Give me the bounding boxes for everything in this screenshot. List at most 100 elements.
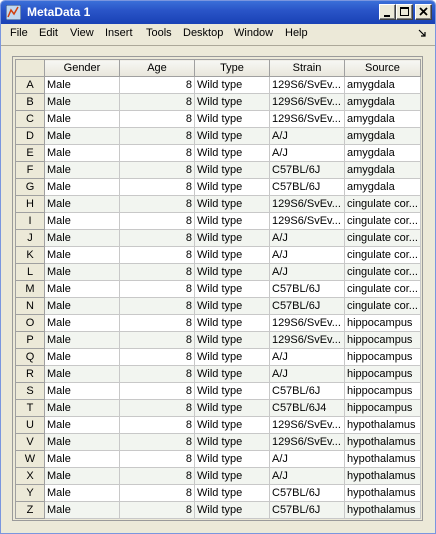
cell-type[interactable]: Wild type (194, 416, 270, 434)
table-row[interactable]: P Male 8 Wild type 129S6/SvEv... hippocampus (15, 331, 421, 349)
cell-source[interactable]: cingulate cor... (344, 195, 421, 213)
cell-gender[interactable]: Male (44, 178, 120, 196)
cell-gender[interactable]: Male (44, 433, 120, 451)
cell-age[interactable]: 8 (119, 110, 195, 128)
cell-type[interactable]: Wild type (194, 467, 270, 485)
cell-strain[interactable]: C57BL/6J (269, 382, 345, 400)
cell-type[interactable]: Wild type (194, 433, 270, 451)
menu-insert[interactable]: Insert (105, 27, 133, 39)
row-header[interactable]: R (15, 365, 45, 383)
row-header[interactable]: N (15, 297, 45, 315)
cell-strain[interactable]: C57BL/6J4 (269, 399, 345, 417)
cell-source[interactable]: cingulate cor... (344, 280, 421, 298)
cell-gender[interactable]: Male (44, 348, 120, 366)
cell-strain[interactable]: 129S6/SvEv... (269, 76, 345, 94)
cell-source[interactable]: hypothalamus (344, 484, 421, 502)
table-row[interactable]: D Male 8 Wild type A/J amygdala (15, 127, 421, 145)
cell-gender[interactable]: Male (44, 467, 120, 485)
cell-source[interactable]: amygdala (344, 127, 421, 145)
cell-type[interactable]: Wild type (194, 161, 270, 179)
cell-type[interactable]: Wild type (194, 110, 270, 128)
cell-gender[interactable]: Male (44, 110, 120, 128)
cell-strain[interactable]: A/J (269, 467, 345, 485)
cell-source[interactable]: hypothalamus (344, 501, 421, 519)
row-header[interactable]: C (15, 110, 45, 128)
cell-type[interactable]: Wild type (194, 76, 270, 94)
row-header[interactable]: O (15, 314, 45, 332)
column-header-gender[interactable]: Gender (44, 59, 120, 77)
cell-strain[interactable]: 129S6/SvEv... (269, 110, 345, 128)
cell-age[interactable]: 8 (119, 297, 195, 315)
cell-gender[interactable]: Male (44, 195, 120, 213)
cell-age[interactable]: 8 (119, 399, 195, 417)
cell-gender[interactable]: Male (44, 127, 120, 145)
cell-gender[interactable]: Male (44, 484, 120, 502)
cell-type[interactable]: Wild type (194, 178, 270, 196)
cell-gender[interactable]: Male (44, 365, 120, 383)
row-header[interactable]: F (15, 161, 45, 179)
cell-strain[interactable]: C57BL/6J (269, 484, 345, 502)
cell-type[interactable]: Wild type (194, 93, 270, 111)
maximize-button[interactable] (396, 4, 413, 20)
dock-arrow-icon[interactable] (417, 28, 427, 38)
cell-source[interactable]: hippocampus (344, 348, 421, 366)
cell-source[interactable]: cingulate cor... (344, 229, 421, 247)
cell-type[interactable]: Wild type (194, 331, 270, 349)
cell-source[interactable]: hypothalamus (344, 467, 421, 485)
table-row[interactable]: W Male 8 Wild type A/J hypothalamus (15, 450, 421, 468)
cell-gender[interactable]: Male (44, 382, 120, 400)
table-row[interactable]: L Male 8 Wild type A/J cingulate cor... (15, 263, 421, 281)
table-row[interactable]: O Male 8 Wild type 129S6/SvEv... hippocampus (15, 314, 421, 332)
cell-gender[interactable]: Male (44, 416, 120, 434)
row-header[interactable]: H (15, 195, 45, 213)
table-row[interactable]: K Male 8 Wild type A/J cingulate cor... (15, 246, 421, 264)
column-header-strain[interactable]: Strain (269, 59, 345, 77)
cell-age[interactable]: 8 (119, 348, 195, 366)
cell-strain[interactable]: A/J (269, 144, 345, 162)
cell-age[interactable]: 8 (119, 501, 195, 519)
cell-strain[interactable]: C57BL/6J (269, 297, 345, 315)
cell-gender[interactable]: Male (44, 314, 120, 332)
cell-gender[interactable]: Male (44, 501, 120, 519)
cell-strain[interactable]: 129S6/SvEv... (269, 93, 345, 111)
cell-type[interactable]: Wild type (194, 144, 270, 162)
cell-strain[interactable]: 129S6/SvEv... (269, 212, 345, 230)
cell-source[interactable]: amygdala (344, 110, 421, 128)
table-row[interactable]: E Male 8 Wild type A/J amygdala (15, 144, 421, 162)
cell-type[interactable]: Wild type (194, 263, 270, 281)
row-header[interactable]: W (15, 450, 45, 468)
cell-gender[interactable]: Male (44, 144, 120, 162)
table-row[interactable]: G Male 8 Wild type C57BL/6J amygdala (15, 178, 421, 196)
cell-age[interactable]: 8 (119, 331, 195, 349)
cell-source[interactable]: amygdala (344, 178, 421, 196)
row-header[interactable]: B (15, 93, 45, 111)
cell-gender[interactable]: Male (44, 399, 120, 417)
cell-source[interactable]: cingulate cor... (344, 246, 421, 264)
cell-type[interactable]: Wild type (194, 212, 270, 230)
cell-age[interactable]: 8 (119, 467, 195, 485)
table-row[interactable]: I Male 8 Wild type 129S6/SvEv... cingulate co… (15, 212, 421, 230)
cell-age[interactable]: 8 (119, 246, 195, 264)
cell-source[interactable]: hypothalamus (344, 450, 421, 468)
menu-window[interactable]: Window (234, 27, 273, 39)
cell-gender[interactable]: Male (44, 280, 120, 298)
cell-gender[interactable]: Male (44, 331, 120, 349)
table-row[interactable]: U Male 8 Wild type 129S6/SvEv... hypothalamus (15, 416, 421, 434)
minimize-button[interactable] (379, 4, 396, 20)
cell-type[interactable]: Wild type (194, 382, 270, 400)
table-row[interactable]: H Male 8 Wild type 129S6/SvEv... cingulate co… (15, 195, 421, 213)
row-header[interactable]: Q (15, 348, 45, 366)
cell-type[interactable]: Wild type (194, 314, 270, 332)
cell-source[interactable]: amygdala (344, 144, 421, 162)
cell-gender[interactable]: Male (44, 161, 120, 179)
cell-gender[interactable]: Male (44, 76, 120, 94)
table-row[interactable]: A Male 8 Wild type 129S6/SvEv... amygdala (15, 76, 421, 94)
cell-source[interactable]: cingulate cor... (344, 263, 421, 281)
cell-strain[interactable]: C57BL/6J (269, 161, 345, 179)
cell-age[interactable]: 8 (119, 229, 195, 247)
cell-gender[interactable]: Male (44, 212, 120, 230)
cell-source[interactable]: hippocampus (344, 331, 421, 349)
menu-tools[interactable]: Tools (146, 27, 172, 39)
row-header[interactable]: A (15, 76, 45, 94)
row-header[interactable]: L (15, 263, 45, 281)
